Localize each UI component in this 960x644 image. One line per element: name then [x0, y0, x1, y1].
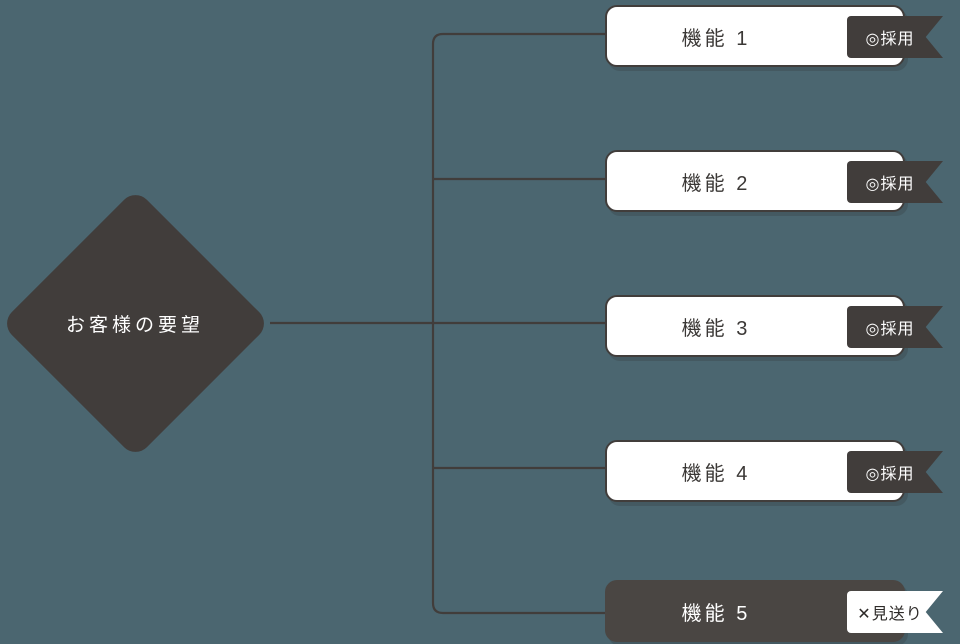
status-badge-5-text: ✕見送り: [857, 606, 923, 623]
feature-card-2[interactable]: 機能 2 ◎採用: [605, 150, 943, 212]
connector-branch-1: [431, 32, 605, 45]
diagram-canvas: お客様の要望 機能 1 ◎採用 機能 2 ◎採用 機能 3 ◎採用 機能 4 ◎…: [0, 0, 960, 644]
root-node-label: お客様の要望: [65, 314, 204, 336]
feature-card-4[interactable]: 機能 4 ◎採用: [605, 440, 943, 502]
status-badge-2-text: ◎採用: [865, 176, 915, 193]
status-badge-4-text: ◎採用: [865, 466, 915, 483]
feature-card-3-label: 機能 3: [681, 317, 751, 340]
feature-card-1-label: 機能 1: [681, 27, 751, 50]
feature-card-3[interactable]: 機能 3 ◎採用: [605, 295, 943, 357]
feature-card-2-label: 機能 2: [681, 172, 751, 195]
feature-card-4-label: 機能 4: [681, 462, 751, 485]
status-badge-adopted-1[interactable]: ◎採用: [847, 16, 943, 58]
feature-card-1[interactable]: 機能 1 ◎採用: [605, 5, 943, 67]
connector-branch-5: [431, 602, 605, 615]
feature-card-5[interactable]: 機能 5 ✕見送り: [605, 580, 943, 642]
root-node[interactable]: お客様の要望: [0, 187, 271, 459]
feature-card-5-label: 機能 5: [681, 602, 751, 625]
status-badge-rejected-5[interactable]: ✕見送り: [847, 591, 943, 633]
status-badge-1-text: ◎採用: [865, 31, 915, 48]
status-badge-adopted-2[interactable]: ◎採用: [847, 161, 943, 203]
status-badge-3-text: ◎採用: [865, 321, 915, 338]
status-badge-adopted-4[interactable]: ◎採用: [847, 451, 943, 493]
status-badge-adopted-3[interactable]: ◎採用: [847, 306, 943, 348]
